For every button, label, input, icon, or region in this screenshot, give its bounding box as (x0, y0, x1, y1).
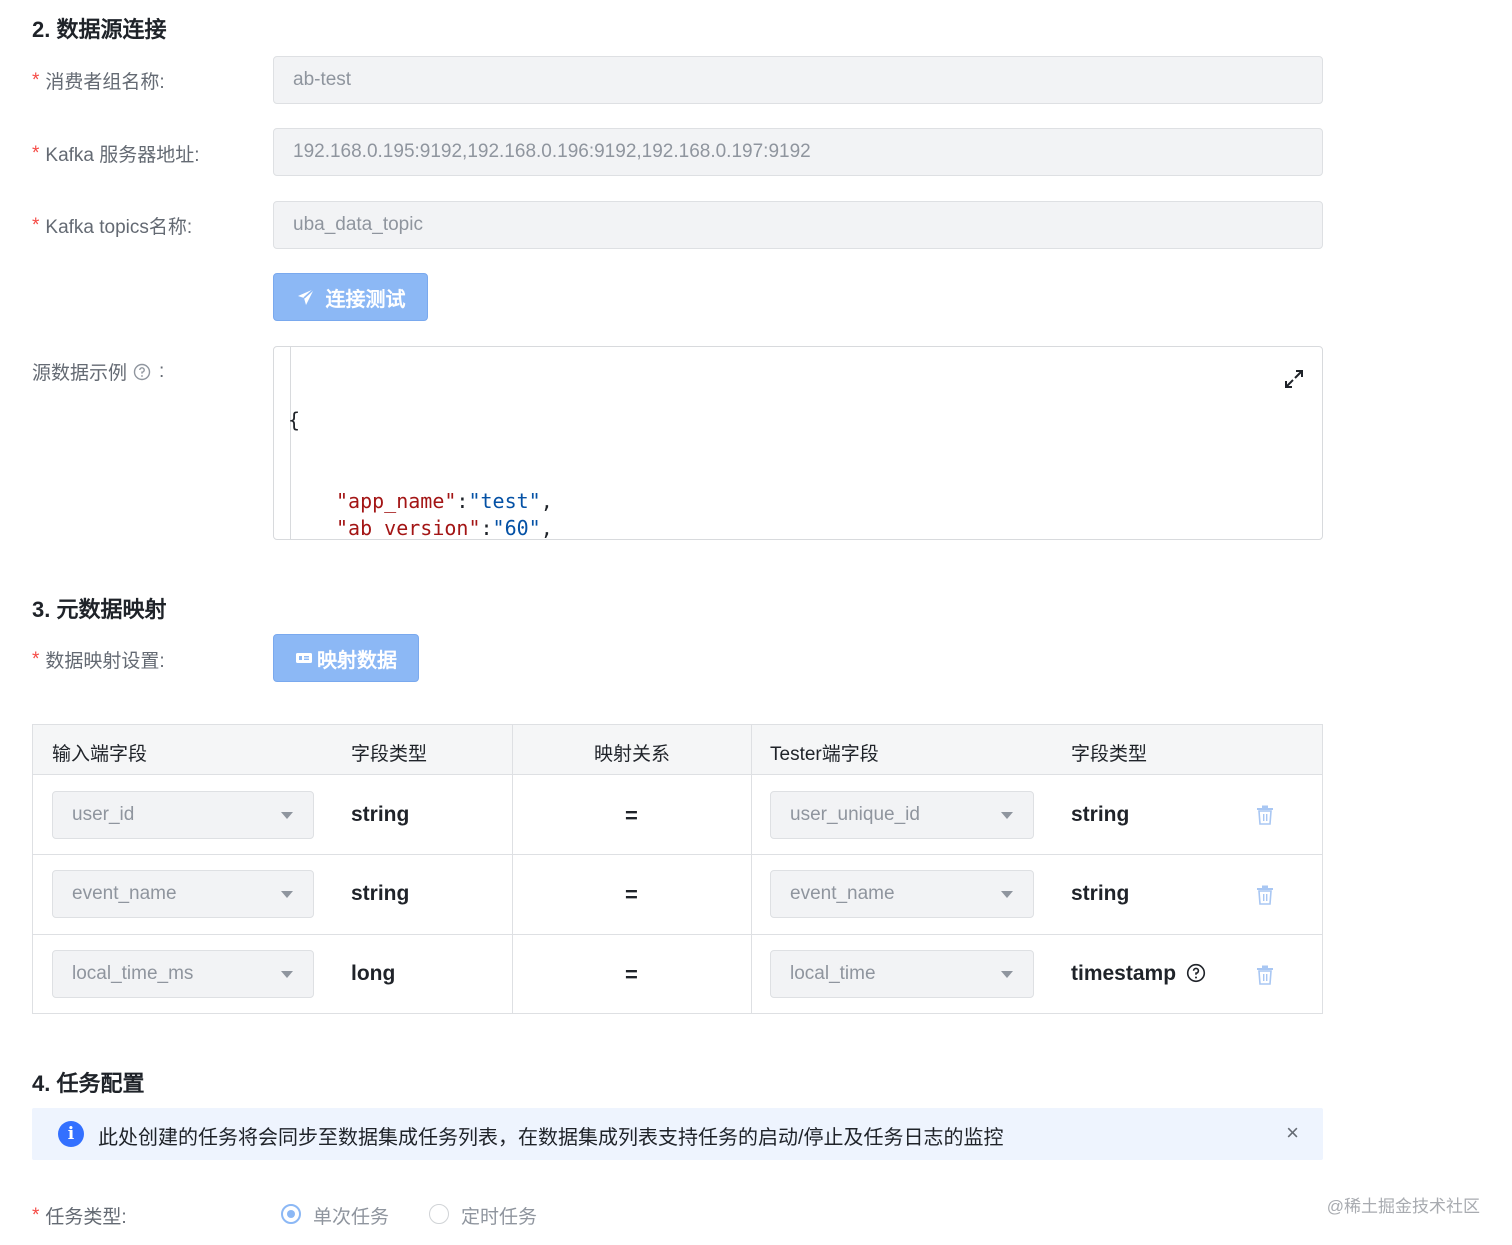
send-icon (297, 288, 315, 305)
code-key: "app_name" (336, 489, 457, 513)
tester-type-value: timestamp (1071, 962, 1177, 985)
kafka-server-label-text: Kafka 服务器地址: (45, 145, 200, 166)
input-field-select[interactable]: event_name (52, 870, 314, 918)
delete-icon[interactable] (1256, 885, 1274, 905)
task-type-label: * 任务类型: (32, 1202, 127, 1229)
relation-value: = (625, 803, 638, 828)
expand-icon[interactable] (1282, 367, 1306, 391)
code-colon: : (456, 489, 469, 513)
column-divider (751, 725, 752, 1013)
chevron-down-icon (281, 812, 293, 819)
code-value: "test" (468, 489, 541, 513)
chevron-down-icon (1001, 812, 1013, 819)
header-relation: 映射关系 (594, 744, 671, 765)
connect-test-label: 连接测试 (325, 288, 406, 311)
chevron-down-icon (1001, 971, 1013, 978)
code-line: "app_name":"test", (288, 488, 782, 515)
code-colon: : (480, 516, 493, 540)
sample-data-label-text: 源数据示例 (32, 363, 128, 384)
input-type-value: string (351, 803, 410, 826)
chevron-down-icon (281, 971, 293, 978)
info-alert: i 此处创建的任务将会同步至数据集成任务列表，在数据集成列表支持任务的启动/停止… (32, 1108, 1323, 1160)
required-mark: * (32, 142, 40, 164)
row-divider (33, 934, 1322, 935)
kafka-server-input[interactable]: 192.168.0.195:9192,192.168.0.196:9192,19… (273, 128, 1323, 176)
watermark: @稀土掘金技术社区 (1326, 1197, 1480, 1216)
consumer-group-input[interactable]: ab-test (273, 56, 1323, 104)
help-circle-icon[interactable] (1186, 963, 1206, 983)
help-circle-icon[interactable] (133, 363, 151, 381)
mapping-settings-label: * 数据映射设置: (32, 646, 165, 673)
kafka-server-label: * Kafka 服务器地址: (32, 140, 200, 167)
kafka-topics-label-text: Kafka topics名称: (45, 217, 193, 238)
radio-single-task-label[interactable]: 单次任务 (313, 1202, 389, 1229)
radio-single-task[interactable] (281, 1204, 301, 1224)
row-divider (33, 854, 1322, 855)
source-sample-editor[interactable]: { "app_name":"test","ab_version":"60","s… (273, 346, 1323, 540)
map-data-label: 映射数据 (317, 649, 397, 672)
map-data-button[interactable]: 映射数据 (273, 634, 419, 682)
input-type-value: string (351, 882, 410, 905)
tester-type-value: string (1071, 882, 1130, 905)
tester-field-select[interactable]: event_name (770, 870, 1034, 918)
tester-type-value: string (1071, 803, 1130, 826)
required-mark: * (32, 69, 40, 91)
table-header: 输入端字段 字段类型 映射关系 Tester端字段 字段类型 (33, 725, 1322, 775)
task-type-label-text: 任务类型: (45, 1207, 127, 1228)
consumer-group-label-text: 消费者组名称: (45, 72, 165, 93)
info-icon: i (58, 1121, 84, 1147)
header-input-type: 字段类型 (351, 744, 428, 765)
tester-field-value: event_name (790, 883, 895, 904)
mapping-settings-label-text: 数据映射设置: (45, 651, 165, 672)
chevron-down-icon (281, 891, 293, 898)
required-mark: * (32, 1204, 40, 1226)
alert-text: 此处创建的任务将会同步至数据集成任务列表，在数据集成列表支持任务的启动/停止及任… (98, 1127, 1004, 1149)
input-type-value: long (351, 962, 396, 985)
code-value: "60" (492, 516, 541, 540)
consumer-group-label: * 消费者组名称: (32, 67, 165, 94)
input-field-value: user_id (72, 804, 135, 825)
header-tester-type: 字段类型 (1071, 744, 1148, 765)
code-comma: , (540, 516, 553, 540)
required-mark: * (32, 214, 40, 236)
relation-value: = (625, 882, 638, 907)
tester-field-value: local_time (790, 963, 876, 984)
input-field-select[interactable]: local_time_ms (52, 950, 314, 998)
sample-data-colon: : (159, 360, 165, 382)
code-line: "ab_version":"60", (288, 515, 782, 540)
code-key: "ab_version" (336, 516, 481, 540)
input-field-select[interactable]: user_id (52, 791, 314, 839)
close-icon[interactable]: × (1286, 1120, 1299, 1146)
required-mark: * (32, 648, 40, 670)
connect-test-button[interactable]: 连接测试 (273, 273, 428, 321)
radio-scheduled-task-label[interactable]: 定时任务 (461, 1202, 537, 1229)
section-title-task-config: 4. 任务配置 (32, 1071, 145, 1096)
radio-scheduled-task[interactable] (429, 1204, 449, 1224)
section-title-metadata: 3. 元数据映射 (32, 597, 167, 622)
mapping-table: 输入端字段 字段类型 映射关系 Tester端字段 字段类型 user_id s… (32, 724, 1323, 1014)
sample-data-label: 源数据示例 : (32, 358, 164, 385)
kafka-topics-label: * Kafka topics名称: (32, 212, 192, 239)
kafka-topics-input[interactable]: uba_data_topic (273, 201, 1323, 249)
tester-field-select[interactable]: local_time (770, 950, 1034, 998)
code-comma: , (540, 489, 553, 513)
chevron-down-icon (1001, 891, 1013, 898)
column-divider (512, 725, 513, 1013)
tester-field-value: user_unique_id (790, 804, 920, 825)
map-data-icon (296, 653, 312, 663)
header-input-field: 输入端字段 (52, 744, 148, 765)
relation-value: = (625, 962, 638, 987)
code-content: { "app_name":"test","ab_version":"60","s… (288, 353, 782, 540)
delete-icon[interactable] (1256, 805, 1274, 825)
section-title-datasource: 2. 数据源连接 (32, 17, 167, 42)
code-open-brace: { (288, 408, 301, 432)
input-field-value: local_time_ms (72, 963, 194, 984)
input-field-value: event_name (72, 883, 177, 904)
tester-field-select[interactable]: user_unique_id (770, 791, 1034, 839)
delete-icon[interactable] (1256, 965, 1274, 985)
header-tester-field: Tester端字段 (770, 744, 879, 765)
